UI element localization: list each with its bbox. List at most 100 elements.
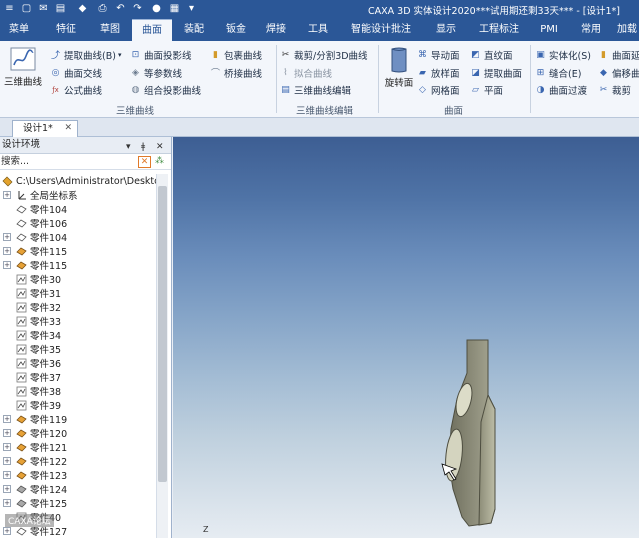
- surface-extend-button[interactable]: ▮ 曲面延: [598, 47, 639, 62]
- isoparametric-line-button[interactable]: ◈ 等参数线: [130, 65, 182, 80]
- tree-item[interactable]: 零件32: [3, 300, 61, 314]
- rotate-surface-button[interactable]: 旋转面: [382, 47, 416, 97]
- surface-intersection-button[interactable]: ◎ 曲面交线: [50, 65, 102, 80]
- tab-display[interactable]: 显示: [428, 19, 464, 41]
- expand-icon[interactable]: +: [3, 527, 11, 535]
- wrap-curve-button[interactable]: ▮ 包裹曲线: [210, 47, 262, 62]
- tree-item[interactable]: + 零件124: [3, 482, 67, 496]
- tab-tools[interactable]: 工具: [300, 19, 336, 41]
- combined-projection-curve-button[interactable]: ◍ 组合投影曲线: [130, 82, 201, 97]
- trim-surface-button[interactable]: ✂ 裁剪: [598, 82, 631, 97]
- expand-icon[interactable]: +: [3, 429, 11, 437]
- tree-item[interactable]: + 零件104: [3, 230, 67, 244]
- expand-icon[interactable]: +: [3, 443, 11, 451]
- document-tab[interactable]: 设计1* ✕: [12, 120, 78, 137]
- mail-icon[interactable]: ✉: [37, 2, 50, 15]
- 3d-part-model[interactable]: [173, 137, 639, 538]
- search-options-icon[interactable]: ⁂: [155, 156, 164, 166]
- tree-item[interactable]: + 零件115: [3, 244, 67, 258]
- tab-common[interactable]: 常用: [574, 19, 608, 41]
- search-input[interactable]: [0, 155, 136, 168]
- offset-surface-button[interactable]: ◆ 偏移曲: [598, 65, 639, 80]
- extract-curve-button[interactable]: ⤴ 提取曲线(B) ▾: [50, 47, 121, 62]
- tree-item[interactable]: 零件38: [3, 384, 61, 398]
- tree-item-label: 零件106: [30, 219, 68, 230]
- tree-item[interactable]: 零件31: [3, 286, 61, 300]
- tree-item[interactable]: + 零件119: [3, 412, 67, 426]
- surface-blend-button[interactable]: ◑ 曲面过渡: [535, 82, 587, 97]
- tab-pmi[interactable]: PMI: [534, 19, 564, 41]
- tree-item[interactable]: 零件33: [3, 314, 61, 328]
- fit-curve-button[interactable]: ⌇ 拟合曲线: [280, 65, 332, 80]
- redo-icon[interactable]: ↷: [131, 2, 144, 15]
- tree-item[interactable]: + 零件125: [3, 496, 67, 510]
- plane-button[interactable]: ▱ 平面: [470, 82, 503, 97]
- formula-curve-button[interactable]: ƒx 公式曲线: [50, 82, 102, 97]
- tab-surface[interactable]: 曲面: [132, 19, 172, 41]
- ribbon-separator: [276, 45, 277, 113]
- tree-item[interactable]: 零件39: [3, 398, 61, 412]
- sweep-surface-button[interactable]: ⌘ 导动面: [417, 47, 460, 62]
- app-menu-icon[interactable]: ≡: [3, 2, 16, 15]
- solidify-button[interactable]: ▣ 实体化(S): [535, 47, 591, 62]
- clear-search-icon[interactable]: ✕: [138, 156, 151, 168]
- tab-feature[interactable]: 特征: [48, 19, 84, 41]
- tree-item[interactable]: + 零件121: [3, 440, 67, 454]
- tree-item[interactable]: 零件36: [3, 356, 61, 370]
- tree-root-item[interactable]: C:\Users\Administrator\Desktop: [2, 174, 166, 188]
- tree-item[interactable]: 零件35: [3, 342, 61, 356]
- sphere-icon[interactable]: ●: [150, 2, 163, 15]
- 3d-curve-edit-button[interactable]: ▤ 三维曲线编辑: [280, 82, 351, 97]
- tree-item[interactable]: 零件34: [3, 328, 61, 342]
- scrollbar-thumb[interactable]: [158, 186, 167, 482]
- close-icon[interactable]: ✕: [156, 139, 164, 155]
- customize-dropdown-icon[interactable]: ▾: [185, 2, 198, 15]
- tab-assembly[interactable]: 装配: [176, 19, 212, 41]
- tree-item[interactable]: + 零件123: [3, 468, 67, 482]
- tree-item[interactable]: 零件37: [3, 370, 61, 384]
- close-icon[interactable]: ✕: [64, 121, 72, 136]
- trim-split-3d-curve-button[interactable]: ✂ 裁剪/分割3D曲线: [280, 47, 368, 62]
- open-file-icon[interactable]: ▤: [54, 2, 67, 15]
- tree-item[interactable]: + 全局坐标系: [3, 188, 78, 202]
- ruled-surface-button[interactable]: ◩ 直纹面: [470, 47, 512, 62]
- expand-icon[interactable]: +: [3, 191, 11, 199]
- expand-icon[interactable]: +: [3, 261, 11, 269]
- tab-welding[interactable]: 焊接: [258, 19, 294, 41]
- bridge-curve-button[interactable]: ⌒ 桥接曲线: [210, 65, 262, 80]
- mesh-surface-button[interactable]: ◇ 网格面: [417, 82, 459, 97]
- surface-projection-curve-button[interactable]: ⊡ 曲面投影线: [130, 47, 192, 62]
- three-d-curve-button[interactable]: 三维曲线: [2, 45, 44, 97]
- tab-smart-annotation[interactable]: 智能设计批注: [346, 19, 416, 41]
- stitch-button[interactable]: ⊞ 缝合(E): [535, 65, 582, 80]
- tab-menu[interactable]: 菜单: [2, 19, 36, 41]
- expand-icon[interactable]: +: [3, 457, 11, 465]
- tree-item[interactable]: 零件106: [3, 216, 67, 230]
- tree-item[interactable]: 零件30: [3, 272, 61, 286]
- loft-surface-button[interactable]: ▰ 放样面: [417, 65, 459, 80]
- expand-icon[interactable]: +: [3, 415, 11, 423]
- tree-item[interactable]: + 零件120: [3, 426, 67, 440]
- view-icon[interactable]: ▦: [168, 2, 181, 15]
- save-icon[interactable]: ◆: [76, 2, 89, 15]
- extract-surface-button[interactable]: ◪ 提取曲面: [470, 65, 522, 80]
- tab-sheet-metal[interactable]: 钣金: [218, 19, 254, 41]
- expand-icon[interactable]: +: [3, 471, 11, 479]
- tree-item[interactable]: + 零件122: [3, 454, 67, 468]
- tree-item[interactable]: 零件104: [3, 202, 67, 216]
- panel-dropdown-icon[interactable]: ▾: [126, 139, 131, 155]
- expand-icon[interactable]: +: [3, 499, 11, 507]
- pin-icon[interactable]: ǂ: [141, 139, 145, 155]
- tab-sketch[interactable]: 草图: [92, 19, 128, 41]
- vertical-scrollbar[interactable]: [156, 174, 168, 538]
- tab-load[interactable]: 加载: [612, 19, 639, 41]
- expand-icon[interactable]: +: [3, 485, 11, 493]
- expand-icon[interactable]: +: [3, 233, 11, 241]
- new-file-icon[interactable]: ▢: [20, 2, 33, 15]
- 3d-viewport[interactable]: Z: [173, 137, 639, 538]
- tab-engineering-dimension[interactable]: 工程标注: [474, 19, 524, 41]
- undo-icon[interactable]: ↶: [114, 2, 127, 15]
- expand-icon[interactable]: +: [3, 247, 11, 255]
- print-icon[interactable]: ⎙: [96, 2, 109, 15]
- tree-item[interactable]: + 零件115: [3, 258, 67, 272]
